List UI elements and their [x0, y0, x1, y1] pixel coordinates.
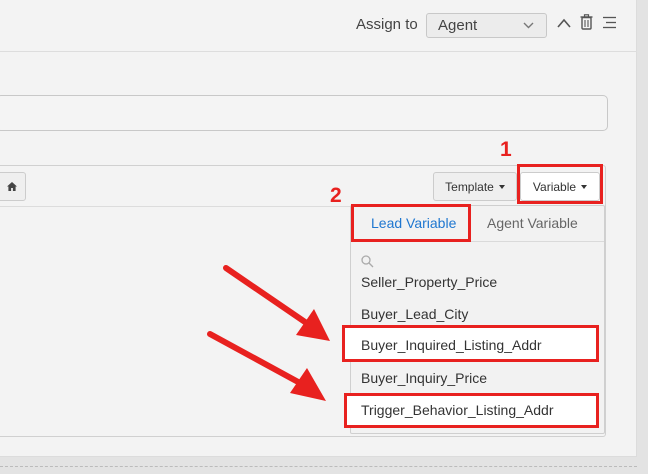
- annotation-arrows: [207, 265, 330, 401]
- arrow-to-buyer-inquired: [223, 265, 308, 325]
- arrow-head: [290, 368, 326, 401]
- arrow-head: [296, 309, 330, 341]
- arrow-to-trigger-behavior: [207, 331, 303, 386]
- section-divider: [0, 466, 637, 467]
